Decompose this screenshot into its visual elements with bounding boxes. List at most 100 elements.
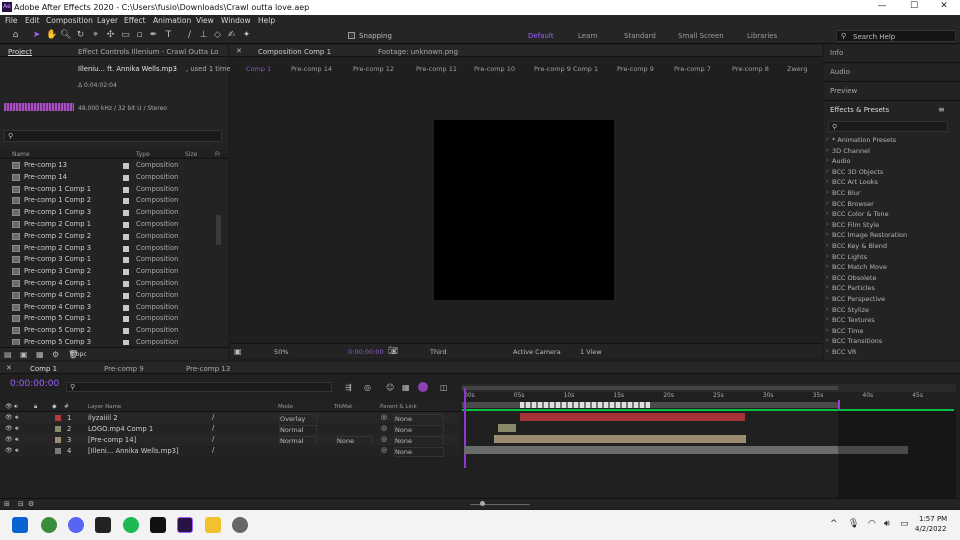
layer-switches-icon[interactable]: ⊞ [4, 500, 10, 508]
workspace-standard[interactable]: Standard [624, 32, 656, 40]
motion-blur-icon[interactable] [418, 382, 428, 392]
puppet-tool-icon[interactable]: ✦ [241, 30, 252, 41]
current-time-display[interactable]: 0:00:00:00 [348, 348, 384, 356]
pen-tool-icon[interactable]: ✒ [148, 30, 159, 41]
type-tool-icon[interactable]: T [163, 30, 174, 41]
minimize-button[interactable]: — [868, 1, 896, 14]
timeline-tab-precomp13[interactable]: Pre-comp 13 [186, 365, 230, 373]
layer-name[interactable]: [Illeni... Annika Wells.mp3] [88, 447, 179, 455]
brush-tool-icon[interactable]: / [184, 30, 195, 41]
tab-effect-controls[interactable]: Effect Controls Illenium - Crawl Outta L… [78, 48, 218, 56]
zoom-dropdown[interactable]: 50% [274, 348, 288, 356]
effect-category-item[interactable]: › BCC Art Looks [826, 177, 956, 187]
layer-bar-3[interactable] [494, 435, 746, 443]
comp-subtab[interactable]: Pre-comp 12 [353, 65, 394, 73]
chrome-icon[interactable] [41, 517, 57, 533]
new-composition-icon[interactable]: ▦ [36, 350, 44, 359]
tab-footage[interactable]: Footage: unknown.png [378, 48, 458, 56]
list-item[interactable]: Pre-comp 13 Composition [0, 160, 215, 172]
home-icon[interactable]: ⌂ [10, 30, 21, 41]
new-folder-icon[interactable]: ▣ [20, 350, 28, 359]
menu-edit[interactable]: Edit [25, 16, 40, 25]
zoom-slider[interactable] [470, 504, 530, 505]
microphone-icon[interactable]: 🎙︎ [848, 519, 859, 529]
col-frame-rate[interactable]: Fr [215, 151, 220, 158]
project-scrollbar[interactable] [216, 215, 221, 245]
playhead[interactable] [464, 388, 466, 468]
label-swatch[interactable] [123, 163, 129, 169]
effects-search-input[interactable]: ⚲ [828, 121, 948, 132]
label-swatch[interactable] [123, 210, 129, 217]
close-button[interactable]: ✕ [930, 1, 958, 14]
layer-label-color[interactable] [55, 415, 61, 421]
effect-category-item[interactable]: › BCC Perspective [826, 294, 956, 304]
col-trkmat[interactable]: TrkMat [334, 404, 352, 410]
panel-preview[interactable]: Preview [830, 87, 857, 95]
layer-bar-2[interactable] [498, 424, 516, 432]
speaker-icon[interactable]: 🔊︎ [15, 436, 19, 444]
list-item[interactable]: Pre-comp 1 Comp 1 Composition [0, 184, 215, 196]
effect-category-item[interactable]: › BCC Textures [826, 315, 956, 325]
effect-category-item[interactable]: › BCC Film Style [826, 220, 956, 230]
comp-subtab[interactable]: Pre-comp 7 [674, 65, 711, 73]
draft-3d-icon[interactable]: ◎ [364, 383, 371, 392]
layer-label-color[interactable] [55, 437, 61, 443]
comp-subtab[interactable]: Zwerg [787, 65, 807, 73]
layer-bar-1[interactable] [520, 413, 745, 421]
timeline-layer-row[interactable]: 👁︎ 🔊︎ 4 [Illeni... Annika Wells.mp3] / ◎ … [0, 445, 460, 457]
timeline-tab-precomp9[interactable]: Pre-comp 9 [104, 365, 144, 373]
menu-view[interactable]: View [196, 16, 214, 25]
list-item[interactable]: Pre-comp 1 Comp 3 Composition [0, 207, 215, 219]
search-help-field[interactable]: ⚲ Search Help [836, 30, 956, 42]
effect-category-item[interactable]: › BCC Time [826, 326, 956, 336]
menu-composition[interactable]: Composition [46, 16, 93, 25]
timeline-timecode[interactable]: 0:00:00:00 [10, 379, 59, 389]
interpret-footage-icon[interactable]: ▤ [4, 350, 12, 359]
transfer-controls-icon[interactable]: ⊟ [18, 500, 24, 508]
label-swatch[interactable] [123, 316, 129, 323]
eye-icon[interactable]: 👁︎ [5, 447, 13, 454]
file-explorer-icon[interactable] [205, 517, 221, 533]
workspace-learn[interactable]: Learn [578, 32, 598, 40]
comp-subtab[interactable]: Pre-comp 14 [291, 65, 332, 73]
menu-help[interactable]: Help [258, 16, 275, 25]
list-item[interactable]: Pre-comp 4 Comp 2 Composition [0, 290, 215, 302]
effect-category-item[interactable]: › BCC Match Move [826, 262, 956, 272]
render-time-icon[interactable]: ⚙ [28, 500, 34, 508]
comp-mini-flowchart-icon[interactable]: ⇶ [345, 383, 352, 392]
comp-subtab[interactable]: Comp 1 [246, 65, 271, 73]
comp-subtab[interactable]: Pre-comp 9 Comp 1 [534, 65, 598, 73]
camera-tool-icon[interactable]: ⌖ [90, 30, 101, 41]
settings-icon[interactable]: ⚙ [52, 350, 59, 359]
epic-games-icon[interactable] [150, 517, 166, 533]
bpc-label[interactable]: 8 bpc [70, 351, 87, 358]
effect-category-item[interactable]: › BCC Lights [826, 252, 956, 262]
effect-category-item[interactable]: › BCC Stylize [826, 305, 956, 315]
timeline-search-input[interactable]: ⚲ [66, 382, 332, 392]
time-ruler[interactable]: 00s 05s 10s 15s 20s 25s 30s 35s 40s 45s [462, 392, 956, 402]
workspace-libraries[interactable]: Libraries [747, 32, 777, 40]
comp-subtab[interactable]: Pre-comp 11 [416, 65, 457, 73]
label-swatch[interactable] [123, 186, 129, 193]
workspace-small-screen[interactable]: Small Screen [678, 32, 724, 40]
eye-icon[interactable]: 👁︎ [5, 436, 13, 443]
col-parent[interactable]: Parent & Link [380, 404, 417, 410]
effect-category-item[interactable]: › BCC Color & Tone [826, 209, 956, 219]
label-swatch[interactable] [123, 281, 129, 287]
effect-category-item[interactable]: › * Animation Presets [826, 135, 956, 145]
pan-tool-icon[interactable]: ✣ [105, 30, 116, 41]
graph-editor-icon[interactable]: ◫ [440, 383, 448, 392]
snapshot-icon[interactable]: 📷︎ [388, 346, 398, 355]
rect-tool-icon[interactable]: ▭ [120, 30, 131, 41]
effect-category-item[interactable]: › BCC Obsolete [826, 273, 956, 283]
shy-layers-icon[interactable]: ☺ [386, 383, 394, 392]
rotate-tool-icon[interactable]: ↻ [75, 30, 86, 41]
panel-info[interactable]: Info [830, 49, 843, 57]
zoom-tool-icon[interactable]: 🔍︎ [60, 30, 71, 41]
label-swatch[interactable] [123, 222, 129, 228]
label-swatch[interactable] [123, 269, 129, 276]
roto-tool-icon[interactable]: ✍ [226, 30, 237, 41]
layer-name[interactable]: ilyzaiiil 2 [88, 414, 118, 422]
spotify-icon[interactable] [123, 517, 139, 533]
timeline-layer-row[interactable]: 👁︎ 🔊︎ 3 [Pre-comp 14] / Normal None ◎ None [0, 434, 460, 446]
